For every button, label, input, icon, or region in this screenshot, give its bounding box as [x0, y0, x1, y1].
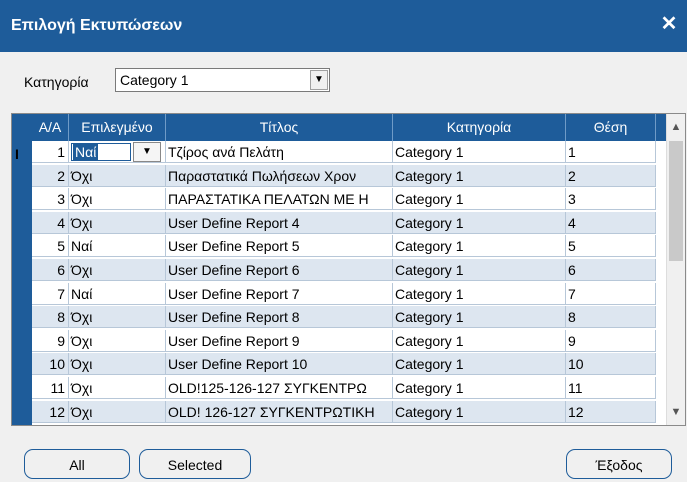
exit-button[interactable]: Έξοδος — [566, 449, 672, 479]
cell-position: 12 — [566, 400, 656, 423]
cell-position: 6 — [566, 259, 656, 281]
cell-selected[interactable]: Όχι — [69, 377, 166, 399]
selected-editor[interactable]: Ναί — [71, 143, 131, 161]
cell-category: Category 1 — [393, 282, 566, 305]
row-selector-column: I — [12, 141, 32, 425]
cell-position: 4 — [566, 211, 656, 234]
cell-position: 8 — [566, 306, 656, 329]
cell-title: OLD!125-126-127 ΣΥΓΚΕΝΤΡΩ — [166, 377, 393, 399]
column-header-selected[interactable]: Επιλεγμένο — [69, 114, 166, 141]
vertical-scrollbar[interactable]: ▲ ▼ — [666, 114, 685, 425]
cell-position: 7 — [566, 282, 656, 305]
cell-no: 8 — [32, 306, 69, 329]
cell-category: Category 1 — [393, 353, 566, 376]
cell-category: Category 1 — [393, 377, 566, 399]
cell-selected[interactable]: Όχι — [69, 211, 166, 234]
cell-title: Τζίρος ανά Πελάτη — [166, 141, 393, 163]
cell-category: Category 1 — [393, 164, 566, 187]
cell-selected[interactable]: Ναί ▼ — [69, 141, 166, 163]
cell-title: User Define Report 8 — [166, 306, 393, 329]
cell-category: Category 1 — [393, 188, 566, 211]
scroll-down-icon[interactable]: ▼ — [667, 403, 685, 421]
cell-selected[interactable]: Όχι — [69, 188, 166, 211]
cell-title: User Define Report 4 — [166, 211, 393, 234]
cell-position: 9 — [566, 329, 656, 352]
title-bar: Επιλογή Εκτυπώσεων ✕ — [0, 0, 687, 52]
cell-selected[interactable]: Ναί — [69, 235, 166, 258]
cell-title: User Define Report 6 — [166, 259, 393, 281]
cell-selected[interactable]: Όχι — [69, 329, 166, 352]
cell-position: 5 — [566, 235, 656, 258]
scrollbar-thumb[interactable] — [669, 141, 683, 261]
cell-position: 3 — [566, 188, 656, 211]
cell-no: 9 — [32, 329, 69, 352]
cell-title: Παραστατικά Πωλήσεων Χρον — [166, 164, 393, 187]
column-header-position[interactable]: Θέση — [566, 114, 656, 141]
cell-no: 11 — [32, 377, 69, 399]
cell-position: 10 — [566, 353, 656, 376]
column-header-category[interactable]: Κατηγορία — [393, 114, 566, 141]
grid-header: Α/Α Επιλεγμένο Τίτλος Κατηγορία Θέση — [12, 114, 685, 141]
category-select-value: Category 1 — [120, 72, 189, 88]
cell-position: 2 — [566, 164, 656, 187]
selected-editor-value: Ναί — [73, 144, 99, 160]
cell-category: Category 1 — [393, 141, 566, 163]
category-select[interactable]: Category 1 ▼ — [115, 68, 330, 92]
cell-no: 6 — [32, 259, 69, 281]
cell-no: 2 — [32, 164, 69, 187]
cell-selected[interactable]: Όχι — [69, 164, 166, 187]
cell-position: 1 — [566, 141, 656, 163]
cell-selected[interactable]: Όχι — [69, 259, 166, 281]
all-button[interactable]: All — [24, 449, 130, 479]
cell-no: 3 — [32, 188, 69, 211]
cell-category: Category 1 — [393, 400, 566, 423]
cell-category: Category 1 — [393, 235, 566, 258]
cell-no: 5 — [32, 235, 69, 258]
close-icon[interactable]: ✕ — [659, 14, 679, 34]
cell-selected[interactable]: Όχι — [69, 400, 166, 423]
cell-category: Category 1 — [393, 211, 566, 234]
cell-category: Category 1 — [393, 306, 566, 329]
category-label: Κατηγορία — [24, 74, 89, 90]
cell-no: 4 — [32, 211, 69, 234]
cell-selected[interactable]: Όχι — [69, 306, 166, 329]
column-header-no[interactable]: Α/Α — [32, 114, 69, 141]
scroll-up-icon[interactable]: ▲ — [667, 118, 685, 136]
window-title: Επιλογή Εκτυπώσεων — [11, 17, 183, 34]
cell-category: Category 1 — [393, 329, 566, 352]
cell-no: 12 — [32, 400, 69, 423]
cell-no: 10 — [32, 353, 69, 376]
cell-title: User Define Report 9 — [166, 329, 393, 352]
cell-position: 11 — [566, 377, 656, 399]
reports-grid[interactable]: Α/Α Επιλεγμένο Τίτλος Κατηγορία Θέση I 1… — [11, 113, 686, 426]
cell-no: 7 — [32, 282, 69, 305]
cell-category: Category 1 — [393, 259, 566, 281]
chevron-down-icon[interactable]: ▼ — [310, 70, 328, 90]
chevron-down-icon[interactable]: ▼ — [133, 142, 161, 162]
cell-title: ΠΑΡΑΣΤΑΤΙΚΑ ΠΕΛΑΤΩΝ ΜΕ Η — [166, 188, 393, 211]
selected-button[interactable]: Selected — [139, 449, 251, 479]
cell-selected[interactable]: Ναί — [69, 282, 166, 305]
current-row-indicator-icon: I — [15, 146, 19, 162]
column-header-title[interactable]: Τίτλος — [166, 114, 393, 141]
cell-title: User Define Report 10 — [166, 353, 393, 376]
cell-title: User Define Report 5 — [166, 235, 393, 258]
cell-no: 1 — [32, 141, 69, 163]
cell-selected[interactable]: Όχι — [69, 353, 166, 376]
cell-title: OLD! 126-127 ΣΥΓΚΕΝΤΡΩΤΙΚΗ — [166, 400, 393, 423]
cell-title: User Define Report 7 — [166, 282, 393, 305]
